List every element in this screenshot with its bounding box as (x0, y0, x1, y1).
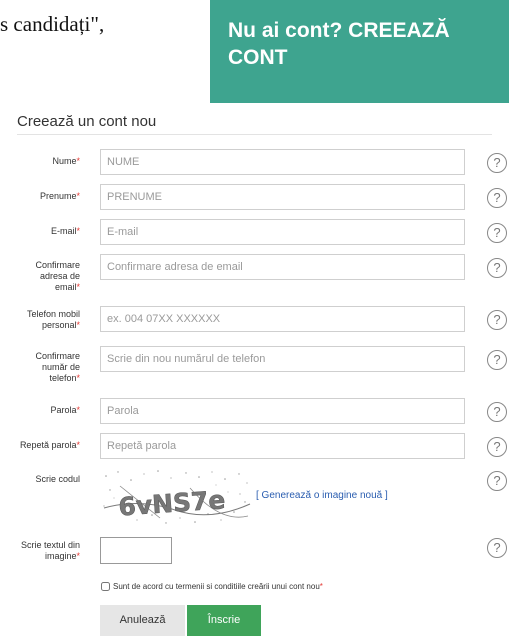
captcha-answer-label: Scrie textul din imagine* (20, 540, 80, 561)
question-circle-icon[interactable]: ? (487, 223, 507, 243)
nume-input[interactable] (100, 149, 465, 175)
question-circle-icon[interactable]: ? (487, 310, 507, 330)
question-circle-icon[interactable]: ? (487, 188, 507, 208)
required-marker: * (76, 282, 80, 292)
required-marker: * (76, 440, 80, 450)
phone-confirm-label: Confirmare număr de telefon* (35, 351, 80, 383)
email-input[interactable] (100, 219, 465, 245)
question-circle-icon[interactable]: ? (487, 153, 507, 173)
required-marker: * (76, 373, 80, 383)
question-circle-icon[interactable]: ? (487, 402, 507, 422)
question-circle-icon[interactable]: ? (487, 538, 507, 558)
submit-button[interactable]: Înscrie (187, 605, 261, 636)
question-circle-icon[interactable]: ? (487, 471, 507, 491)
phone-input[interactable] (100, 306, 465, 332)
create-account-banner[interactable]: Nu ai cont? CREEAZĂ CONT (210, 0, 509, 103)
password-input[interactable] (100, 398, 465, 424)
password-repeat-input[interactable] (100, 433, 465, 459)
password-label: Parola* (50, 405, 80, 415)
prenume-label: Prenume* (39, 191, 80, 201)
email-confirm-label: Confirmare adresa de email* (35, 260, 80, 292)
email-confirm-input[interactable] (100, 254, 465, 280)
prenume-input[interactable] (100, 184, 465, 210)
required-marker: * (76, 405, 80, 415)
document-text: s candidați", (0, 12, 105, 36)
required-marker: * (319, 582, 323, 591)
title-divider (17, 134, 492, 135)
question-circle-icon[interactable]: ? (487, 350, 507, 370)
generate-new-image-link[interactable]: [ Generează o imagine nouă ] (256, 490, 388, 501)
terms-label: Sunt de acord cu termenii si conditiile … (113, 582, 320, 591)
required-marker: * (76, 191, 80, 201)
captcha-answer-input[interactable] (100, 537, 172, 564)
required-marker: * (76, 226, 80, 236)
form-title: Creează un cont nou (17, 113, 157, 130)
required-marker: * (76, 551, 80, 561)
terms-row[interactable]: Sunt de acord cu termenii si conditiile … (101, 582, 323, 592)
phone-label: Telefon mobil personal* (26, 309, 80, 330)
captcha-code-label: Scrie codul (35, 474, 80, 484)
email-label: E-mail* (50, 226, 80, 236)
terms-checkbox[interactable] (101, 582, 110, 592)
required-marker: * (76, 156, 80, 166)
nume-label: Nume* (52, 156, 80, 166)
cancel-button[interactable]: Anulează (100, 605, 185, 636)
required-marker: * (76, 320, 80, 330)
create-account-banner-line1: Nu ai cont? CREEAZĂ (228, 19, 450, 42)
question-circle-icon[interactable]: ? (487, 437, 507, 457)
password-repeat-label: Repetă parola* (19, 440, 80, 450)
phone-confirm-input[interactable] (100, 346, 465, 372)
create-account-banner-line2: CONT (228, 46, 288, 69)
captcha-image: 6vNS7e (100, 468, 252, 526)
question-circle-icon[interactable]: ? (487, 258, 507, 278)
